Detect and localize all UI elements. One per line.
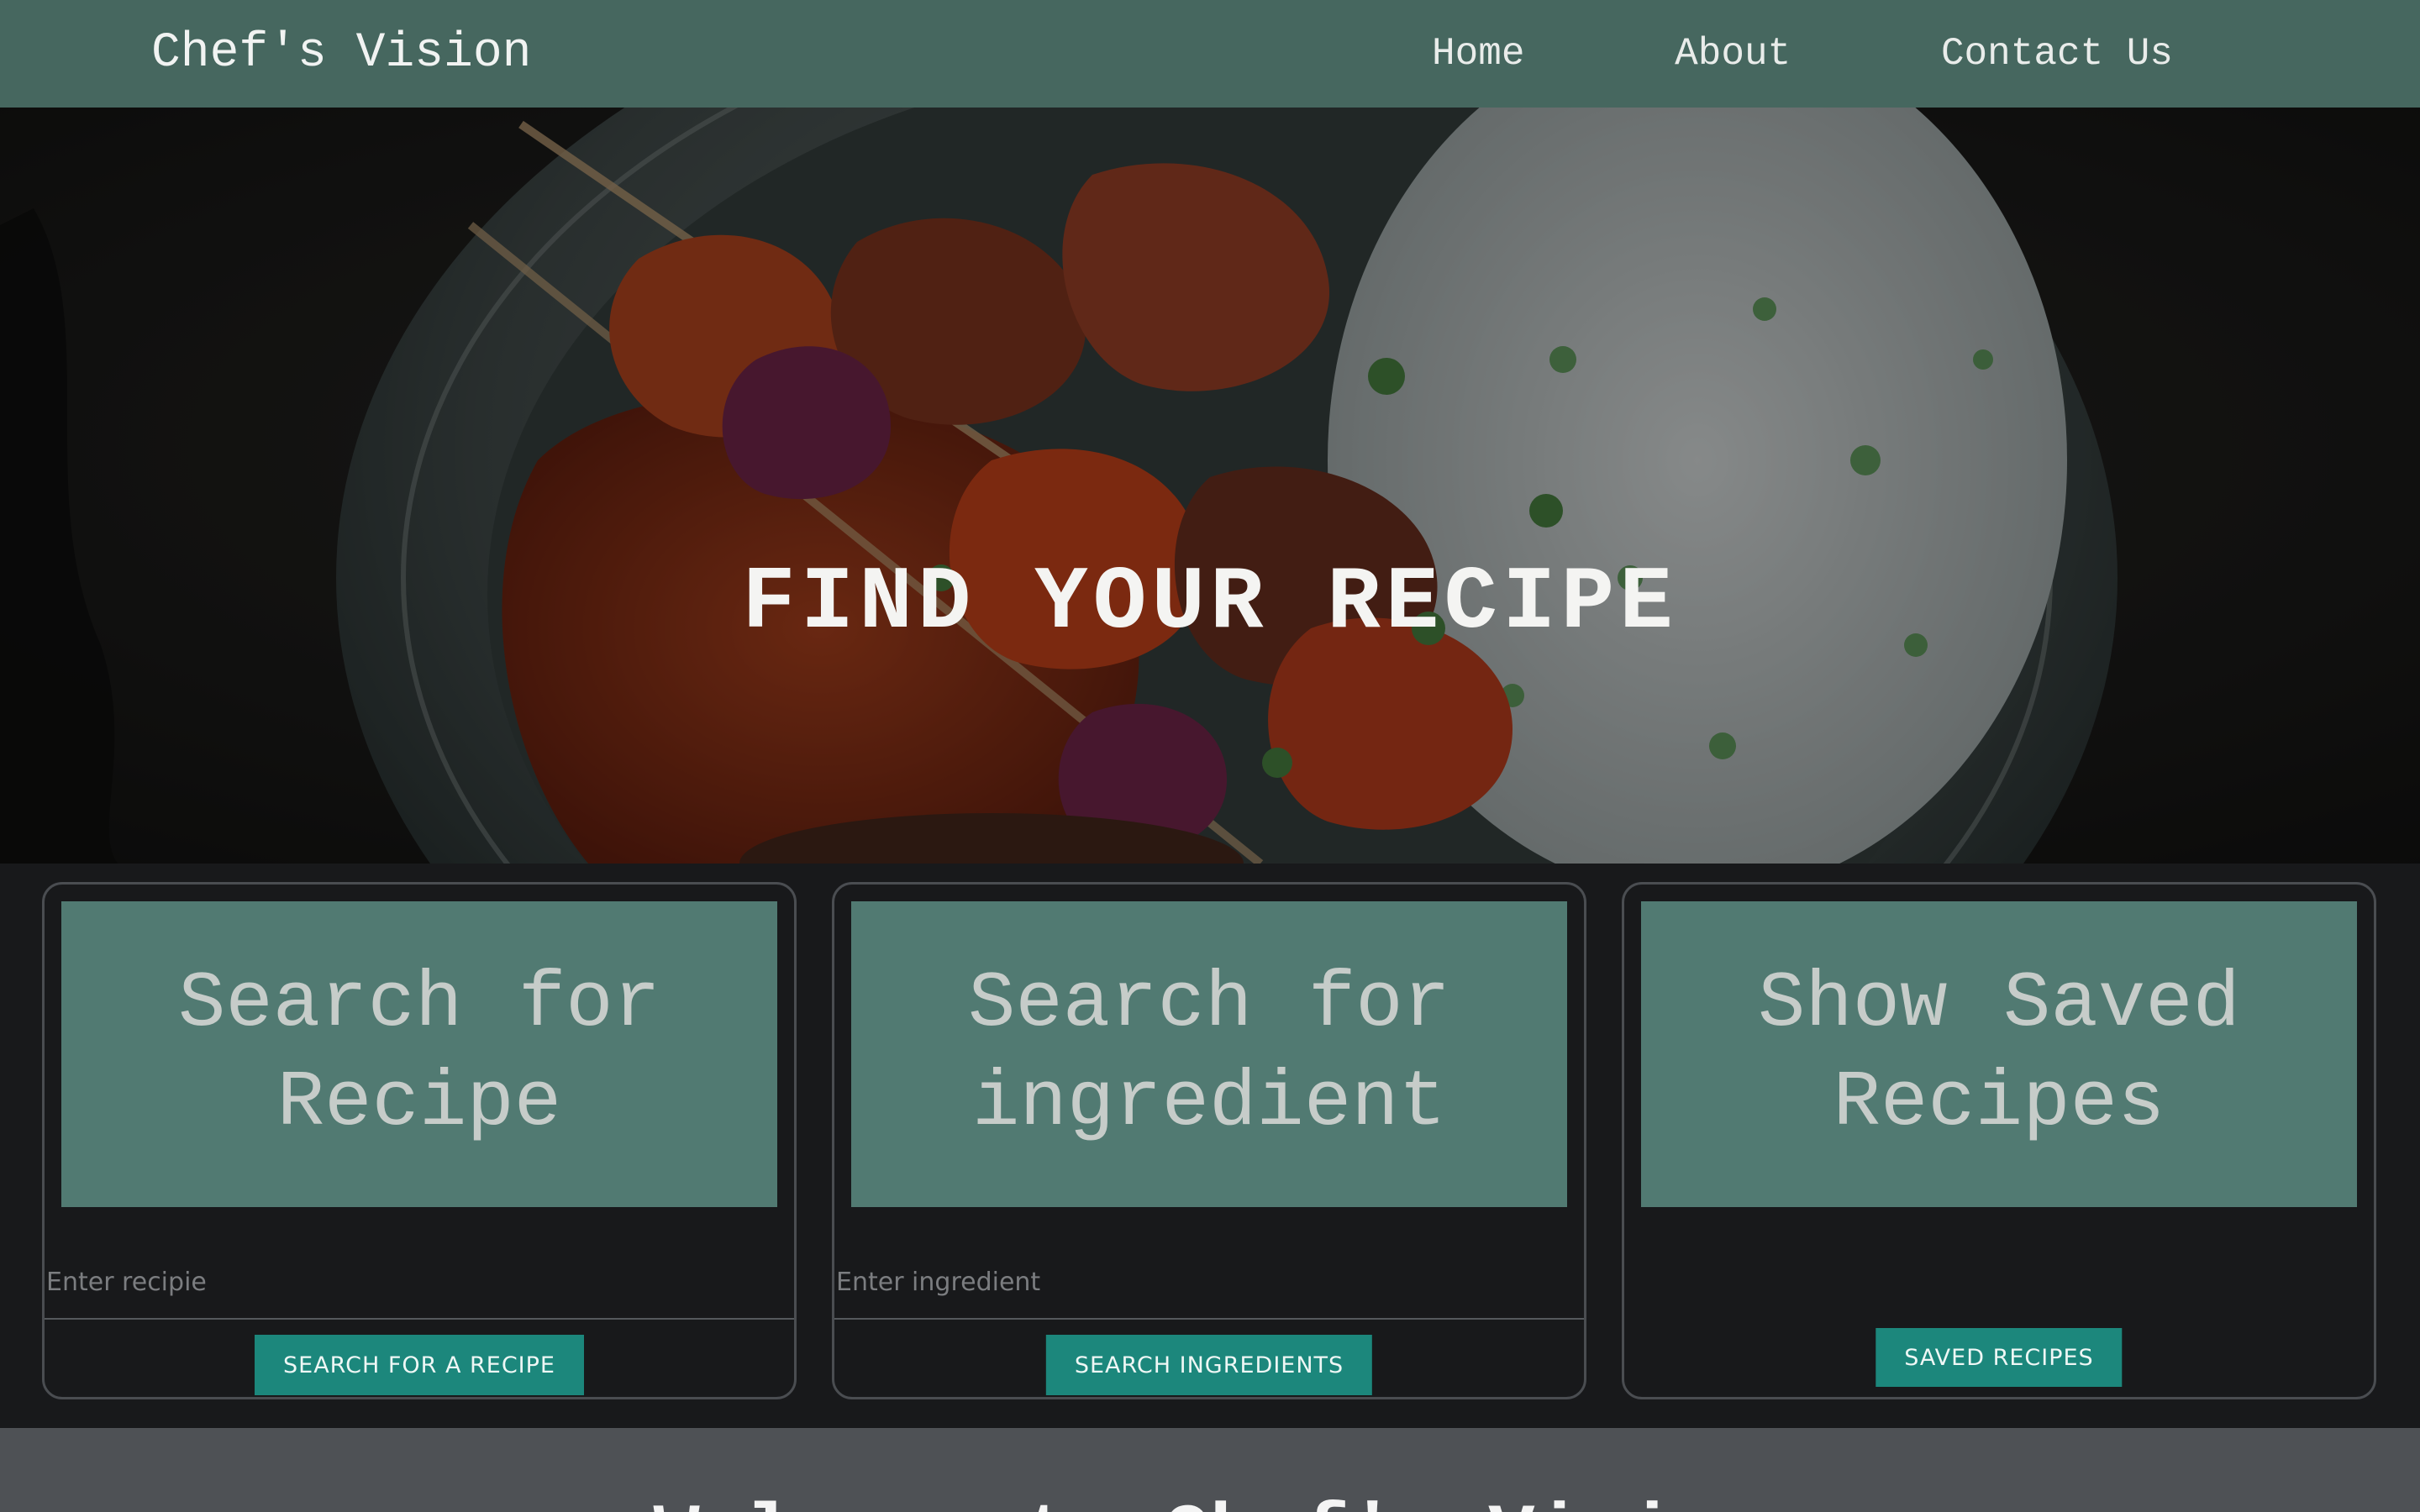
search-recipe-card: Search for Recipe SEARCH FOR A RECIPE <box>42 882 797 1399</box>
food-plate-photo <box>0 108 2420 864</box>
search-ingredient-card: Search for ingredient SEARCH INGREDIENTS <box>832 882 1586 1399</box>
hero-title: FIND YOUR RECIPE <box>742 553 1678 654</box>
search-recipe-button[interactable]: SEARCH FOR A RECIPE <box>255 1335 584 1395</box>
saved-recipes-card: Show Saved Recipes SAVED RECIPES <box>1622 882 2376 1399</box>
nav-links: Home About Contact Us <box>1378 0 2227 108</box>
saved-recipes-card-header: Show Saved Recipes <box>1641 901 2357 1207</box>
brand-logo-link[interactable]: Chef's Vision <box>151 0 531 108</box>
navbar: Chef's Vision Home About Contact Us <box>0 0 2420 108</box>
action-cards: Search for Recipe SEARCH FOR A RECIPE Se… <box>0 864 2420 1428</box>
saved-recipes-button[interactable]: SAVED RECIPES <box>1876 1328 2123 1387</box>
saved-recipes-card-title: Show Saved Recipes <box>1757 960 2241 1148</box>
search-ingredient-card-header: Search for ingredient <box>851 901 1567 1207</box>
hero-banner: FIND YOUR RECIPE <box>0 108 2420 864</box>
welcome-section: Welcome to Chef's Vision <box>0 1428 2420 1512</box>
search-recipe-card-title: Search for Recipe <box>177 960 661 1148</box>
search-recipe-card-header: Search for Recipe <box>61 901 777 1207</box>
nav-link-about[interactable]: About <box>1621 24 1844 84</box>
search-ingredients-button[interactable]: SEARCH INGREDIENTS <box>1045 1335 1373 1395</box>
nav-link-contact-us[interactable]: Contact Us <box>1887 24 2227 84</box>
ingredient-search-input[interactable] <box>834 1246 1584 1320</box>
nav-link-home[interactable]: Home <box>1378 24 1578 84</box>
recipe-search-input[interactable] <box>45 1246 794 1320</box>
search-ingredient-card-title: Search for ingredient <box>967 960 1451 1148</box>
welcome-title: Welcome to Chef's Vision <box>0 1492 2420 1512</box>
